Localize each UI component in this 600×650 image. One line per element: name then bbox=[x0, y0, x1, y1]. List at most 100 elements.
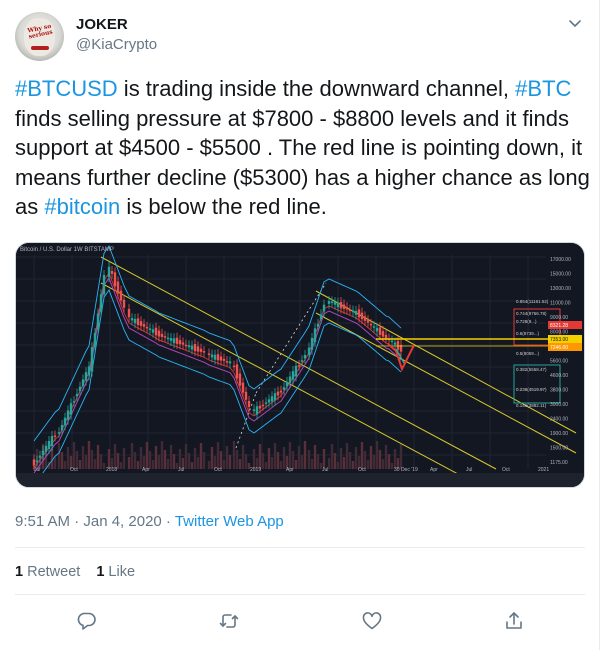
volume-bar bbox=[169, 445, 173, 469]
volume-bar bbox=[178, 449, 182, 469]
volume-bar bbox=[133, 452, 137, 469]
volume-bar bbox=[78, 460, 82, 469]
avatar[interactable]: Why so serious bbox=[15, 12, 64, 61]
volume-bar bbox=[360, 442, 364, 469]
hashtag-link[interactable]: #bitcoin bbox=[44, 194, 120, 219]
candle-body bbox=[166, 337, 170, 340]
candle-body bbox=[178, 340, 182, 345]
retweet-count: 1 bbox=[15, 564, 24, 580]
volume-bar bbox=[288, 442, 292, 469]
candle-body bbox=[35, 460, 39, 463]
candle-body bbox=[330, 301, 334, 304]
x-axis-label: Oct bbox=[214, 467, 222, 473]
candle-body bbox=[351, 310, 355, 313]
volume-bar bbox=[102, 463, 106, 469]
price-tag: 7246.00 bbox=[550, 345, 568, 351]
x-axis-label: Apr bbox=[430, 467, 438, 473]
retweet-icon[interactable] bbox=[215, 607, 243, 635]
candle-body bbox=[81, 379, 85, 386]
candle-body bbox=[261, 404, 265, 407]
y-axis-label: 13000.00 bbox=[550, 286, 571, 292]
like-stat[interactable]: 1 Like bbox=[96, 564, 135, 580]
hashtag-link[interactable]: #BTCUSD bbox=[15, 76, 118, 101]
volume-bar bbox=[122, 448, 126, 469]
volume-bar bbox=[339, 448, 343, 469]
fib-label: 0.236(4519.97) bbox=[516, 387, 547, 392]
x-axis-label: Apr bbox=[286, 467, 294, 473]
like-heart-icon[interactable] bbox=[358, 607, 386, 635]
candle-body bbox=[247, 400, 251, 407]
x-axis-label: Jul bbox=[34, 467, 40, 473]
candle-body bbox=[279, 390, 283, 393]
x-axis-label: 2018 bbox=[106, 467, 117, 473]
volume-bar bbox=[369, 446, 373, 469]
candle-body bbox=[116, 281, 120, 294]
candle-body bbox=[32, 459, 36, 466]
volume-bar bbox=[93, 459, 97, 469]
candle-body bbox=[354, 311, 358, 315]
candle-body bbox=[307, 347, 311, 356]
x-axis-label: Apr bbox=[142, 467, 150, 473]
volume-bar bbox=[303, 441, 307, 469]
volume-bar bbox=[154, 446, 158, 469]
y-axis-label: 1175.00 bbox=[550, 460, 568, 466]
candle-body bbox=[213, 354, 217, 360]
tweet-chart-image[interactable]: Bitcoin / U.S. Dollar 1W BITSTAMP 17000.0… bbox=[15, 242, 585, 488]
volume-bar bbox=[393, 449, 397, 469]
volume-bar bbox=[145, 442, 149, 469]
x-axis-label: Oct bbox=[70, 467, 78, 473]
volume-bar bbox=[139, 447, 143, 469]
candle-body bbox=[69, 403, 73, 415]
volume-bar bbox=[399, 444, 403, 469]
candle-body bbox=[154, 327, 158, 336]
candle-body bbox=[357, 309, 361, 318]
candle-body bbox=[285, 381, 289, 387]
candle-body bbox=[264, 402, 268, 404]
y-axis-label: 3800.00 bbox=[550, 388, 568, 394]
x-axis-label: 2021 bbox=[538, 467, 549, 473]
candle-body bbox=[193, 344, 197, 352]
candle-body bbox=[393, 342, 397, 345]
more-options-caret-icon[interactable] bbox=[566, 14, 584, 32]
tweet-timestamp[interactable]: 9:51 AM · Jan 4, 2020 · bbox=[15, 513, 175, 530]
y-axis-label: 3000.00 bbox=[550, 402, 568, 408]
candle-body bbox=[160, 333, 164, 337]
candle-body bbox=[122, 299, 126, 308]
volume-bar bbox=[273, 443, 277, 469]
volume-bar bbox=[313, 445, 317, 469]
volume-bar bbox=[50, 448, 54, 469]
candle-body bbox=[75, 393, 79, 397]
candle-body bbox=[372, 326, 376, 328]
candle-body bbox=[78, 386, 82, 392]
share-icon[interactable] bbox=[500, 607, 528, 635]
candle-body bbox=[41, 450, 45, 455]
candle-body bbox=[175, 337, 179, 344]
candle-body bbox=[202, 351, 206, 353]
candle-body bbox=[366, 320, 370, 323]
volume-bar bbox=[157, 455, 161, 469]
source-app-link[interactable]: Twitter Web App bbox=[175, 513, 284, 530]
volume-bar bbox=[354, 447, 358, 469]
candle-body bbox=[345, 307, 349, 310]
reply-icon[interactable] bbox=[73, 607, 101, 635]
candle-body bbox=[303, 354, 307, 359]
volume-bar bbox=[330, 444, 334, 469]
display-name[interactable]: JOKER bbox=[76, 16, 128, 33]
price-tag: 7353.00 bbox=[550, 337, 568, 343]
hashtag-link[interactable]: #BTC bbox=[515, 76, 571, 101]
candle-body bbox=[57, 432, 61, 434]
candle-body bbox=[60, 424, 64, 431]
candle-body bbox=[360, 312, 364, 320]
volume-bar bbox=[282, 447, 286, 469]
candle-body bbox=[53, 435, 57, 437]
candle-body bbox=[255, 406, 259, 415]
user-handle[interactable]: @KiaCrypto bbox=[76, 36, 157, 53]
candle-body bbox=[342, 304, 346, 309]
volume-bar bbox=[310, 459, 314, 469]
volume-bar bbox=[297, 446, 301, 469]
candle-body bbox=[139, 321, 143, 326]
x-axis-label: Jul bbox=[466, 467, 472, 473]
price-tag: 8321.28 bbox=[550, 323, 568, 329]
volume-bar bbox=[316, 454, 320, 469]
retweet-stat[interactable]: 1 Retweet bbox=[15, 564, 80, 580]
